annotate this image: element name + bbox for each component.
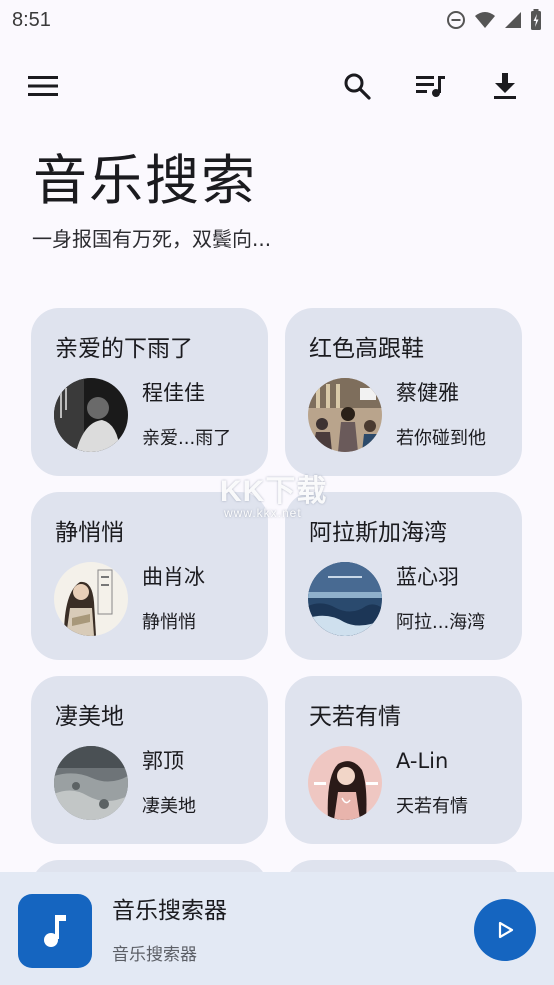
song-album: 天若有情 xyxy=(396,796,468,817)
song-card[interactable]: 静悄悄 曲肖冰 静悄悄 xyxy=(31,492,268,660)
battery-charging-icon xyxy=(531,9,541,30)
top-app-bar xyxy=(0,56,554,116)
play-button[interactable] xyxy=(474,899,536,961)
song-album: 阿拉...海湾 xyxy=(396,612,486,633)
player-subtitle: 音乐搜索器 xyxy=(112,945,197,965)
song-artist: A-Lin xyxy=(396,749,449,773)
song-title: 静悄悄 xyxy=(55,520,124,546)
song-album: 静悄悄 xyxy=(142,612,196,633)
song-title: 阿拉斯加海湾 xyxy=(309,520,447,546)
song-card[interactable]: 亲爱的下雨了 程佳佳 亲爱...雨了 xyxy=(31,308,268,476)
song-card[interactable]: 凄美地 郭顶 凄美地 xyxy=(31,676,268,844)
song-title: 凄美地 xyxy=(55,704,124,730)
song-title: 天若有情 xyxy=(309,704,401,730)
song-artist: 曲肖冰 xyxy=(142,565,205,589)
song-album: 若你碰到他 xyxy=(396,428,486,449)
song-album: 亲爱...雨了 xyxy=(142,428,232,449)
song-card[interactable]: 阿拉斯加海湾 蓝心羽 阿拉...海湾 xyxy=(285,492,522,660)
search-icon xyxy=(344,73,371,100)
album-cover xyxy=(54,378,128,452)
play-icon xyxy=(498,921,514,939)
song-card[interactable]: 天若有情 A-Lin 天若有情 xyxy=(285,676,522,844)
album-cover xyxy=(54,746,128,820)
music-note-icon xyxy=(44,915,66,947)
search-button[interactable] xyxy=(337,66,377,106)
album-cover xyxy=(54,562,128,636)
player-artwork xyxy=(18,894,92,968)
download-icon xyxy=(494,73,516,99)
song-title: 亲爱的下雨了 xyxy=(55,336,193,362)
album-cover xyxy=(308,378,382,452)
signal-icon xyxy=(505,12,521,28)
wifi-icon xyxy=(475,12,495,28)
player-title: 音乐搜索器 xyxy=(112,898,227,924)
song-card[interactable]: 红色高跟鞋 蔡健雅 若你碰到他 xyxy=(285,308,522,476)
song-album: 凄美地 xyxy=(142,796,196,817)
song-artist: 蔡健雅 xyxy=(396,381,459,405)
playlist-icon xyxy=(416,76,445,97)
page-title: 音乐搜索 xyxy=(33,149,257,212)
song-artist: 蓝心羽 xyxy=(396,565,459,589)
download-button[interactable] xyxy=(485,66,525,106)
song-artist: 程佳佳 xyxy=(142,381,205,405)
song-title: 红色高跟鞋 xyxy=(309,336,424,362)
do-not-disturb-icon xyxy=(447,11,465,29)
album-cover xyxy=(308,746,382,820)
status-icons xyxy=(446,9,542,31)
menu-button[interactable] xyxy=(23,66,63,106)
page-subtitle: 一身报国有万死，双鬓向... xyxy=(32,227,272,251)
status-time: 8:51 xyxy=(12,8,51,31)
playlist-button[interactable] xyxy=(411,66,451,106)
album-cover xyxy=(308,562,382,636)
status-bar: 8:51 xyxy=(0,0,554,40)
menu-icon xyxy=(28,76,58,96)
mini-player[interactable]: 音乐搜索器 音乐搜索器 xyxy=(0,872,554,985)
song-artist: 郭顶 xyxy=(142,749,184,773)
